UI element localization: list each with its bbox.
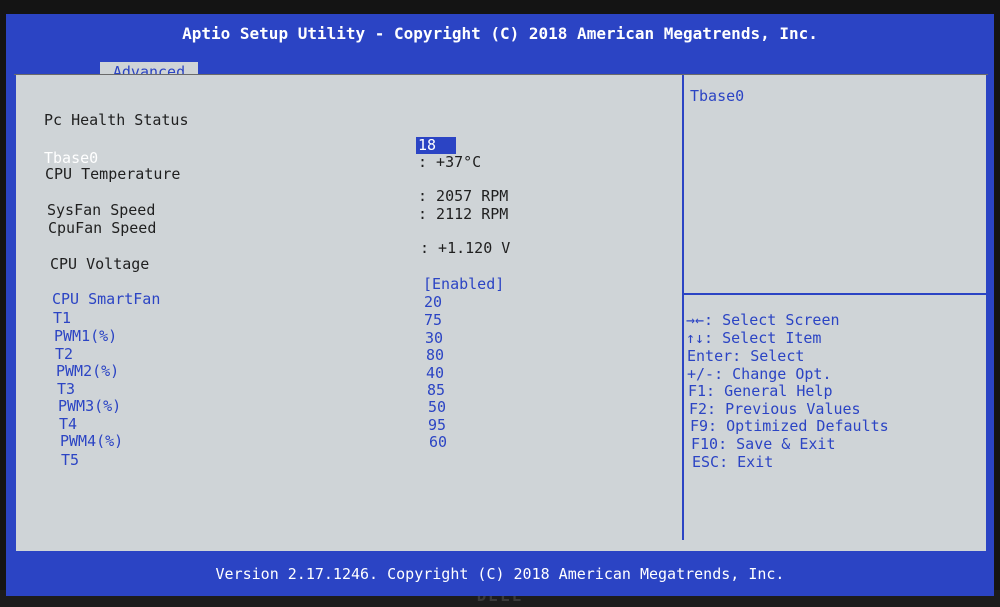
cpu-temperature-label: CPU Temperature [45,165,181,183]
help-title: Tbase0 [690,87,745,105]
key-help-f10: F10: Save & Exit [691,435,836,453]
sysfan-speed-value: : 2057 RPM [418,187,509,205]
t2-label[interactable]: T2 [55,345,73,363]
t2-value[interactable]: 30 [425,329,443,347]
t5-value[interactable]: 60 [429,433,447,451]
panel-border [14,75,988,553]
panel-divider-vertical [682,75,684,540]
t3-label[interactable]: T3 [57,380,75,398]
key-help-esc: ESC: Exit [692,453,774,471]
cpu-smartfan-label[interactable]: CPU SmartFan [52,290,160,308]
footer-version: Version 2.17.1246. Copyright (C) 2018 Am… [215,565,785,583]
page-title: Pc Health Status [44,111,189,129]
t1-value[interactable]: 20 [424,293,442,311]
t4-value[interactable]: 50 [428,398,446,416]
key-help-change-opt: +/-: Change Opt. [687,365,832,383]
pwm1-value[interactable]: 75 [424,311,442,329]
key-help-f2: F2: Previous Values [689,400,861,418]
pwm2-label[interactable]: PWM2(%) [56,362,119,380]
panel-divider-horizontal [684,293,988,295]
pwm3-label[interactable]: PWM3(%) [58,397,121,415]
title-bar: Aptio Setup Utility - Copyright (C) 2018… [182,24,818,43]
pwm3-value[interactable]: 85 [427,381,445,399]
pwm1-label[interactable]: PWM1(%) [54,327,117,345]
pwm2-value[interactable]: 80 [426,346,444,364]
cpu-voltage-value: : +1.120 V [420,239,511,257]
cpufan-speed-value: : 2112 RPM [418,205,509,223]
t4-label[interactable]: T4 [59,415,77,433]
t3-value[interactable]: 40 [426,364,444,382]
key-help-f9: F9: Optimized Defaults [690,417,889,435]
cpu-temperature-value: : +37°C [418,153,482,171]
sysfan-speed-label: SysFan Speed [47,201,156,219]
t5-label[interactable]: T5 [61,451,79,469]
tbase0-input[interactable]: 18 [416,137,456,154]
bios-screen: Aptio Setup Utility - Copyright (C) 2018… [6,14,994,596]
main-panel: Pc Health Status Tbase0 18 CPU Temperatu… [14,74,988,553]
pwm4-value[interactable]: 95 [428,416,446,434]
key-help-select-screen: →←: Select Screen [686,311,840,329]
key-help-enter: Enter: Select [687,347,805,365]
t1-label[interactable]: T1 [53,309,71,327]
cpu-smartfan-value[interactable]: [Enabled] [423,275,504,293]
pwm4-label[interactable]: PWM4(%) [60,432,123,450]
key-help-select-item: ↑↓: Select Item [686,329,822,347]
cpufan-speed-label: CpuFan Speed [48,219,157,237]
key-help-f1: F1: General Help [688,382,833,400]
cpu-voltage-label: CPU Voltage [50,255,150,273]
